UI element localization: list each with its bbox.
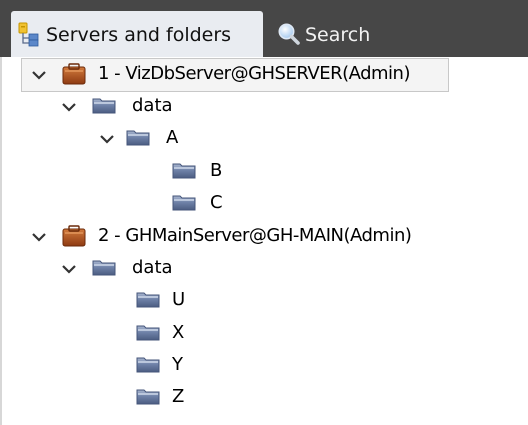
- tab-search[interactable]: Search: [270, 11, 400, 57]
- tree-node-server[interactable]: 1 - VizDbServer@GHSERVER(Admin): [21, 58, 449, 92]
- tab-servers-and-folders[interactable]: Servers and folders: [11, 11, 263, 57]
- folder-icon: [136, 357, 160, 373]
- chevron-down-icon[interactable]: [60, 260, 78, 278]
- servers-folders-tree: 1 - VizDbServer@GHSERVER(Admin) data A B…: [0, 57, 528, 425]
- tree-node-label: Z: [172, 386, 185, 407]
- tree-node-label: A: [166, 127, 179, 148]
- server-icon: [62, 63, 86, 85]
- folder-icon: [92, 98, 116, 114]
- tree-node-label: U: [172, 289, 186, 310]
- tree-node-folder[interactable]: C: [170, 188, 250, 220]
- tree-node-folder[interactable]: Z: [134, 382, 214, 414]
- tree-node-label: data: [132, 95, 173, 116]
- server-icon: [62, 225, 86, 247]
- tree-node-label: X: [172, 322, 185, 343]
- folder-icon: [92, 260, 116, 276]
- folder-icon: [136, 325, 160, 341]
- servers-panel: Servers and folders Search 1 - VizDbServ…: [0, 0, 528, 425]
- tree-node-folder[interactable]: U: [134, 285, 214, 317]
- tree-node-label: C: [210, 192, 223, 213]
- tree-node-server[interactable]: 2 - GHMainServer@GH-MAIN(Admin): [22, 221, 462, 253]
- tree-node-folder[interactable]: data: [52, 253, 192, 285]
- chevron-down-icon[interactable]: [60, 98, 78, 116]
- tree-node-label: B: [210, 160, 223, 181]
- tree-node-folder[interactable]: A: [90, 123, 210, 155]
- tree-node-label: Y: [172, 354, 183, 375]
- tree-node-label: 2 - GHMainServer@GH-MAIN(Admin): [98, 225, 412, 246]
- folder-icon: [172, 163, 196, 179]
- folder-icon: [136, 292, 160, 308]
- folder-icon: [126, 130, 150, 146]
- chevron-down-icon[interactable]: [30, 66, 48, 84]
- tab-search-label: Search: [305, 24, 371, 46]
- tree-node-folder[interactable]: B: [170, 156, 250, 188]
- tab-servers-and-folders-label: Servers and folders: [46, 24, 232, 46]
- tree-node-label: 1 - VizDbServer@GHSERVER(Admin): [98, 63, 410, 84]
- servers-folders-icon: [18, 22, 39, 47]
- search-icon: [278, 23, 300, 45]
- tree-node-label: data: [132, 257, 173, 278]
- tab-strip: Servers and folders Search: [0, 0, 528, 57]
- folder-icon: [136, 389, 160, 405]
- chevron-down-icon[interactable]: [98, 130, 116, 148]
- chevron-down-icon[interactable]: [30, 228, 48, 246]
- tree-node-folder[interactable]: X: [134, 318, 214, 350]
- tree-node-folder[interactable]: Y: [134, 350, 214, 382]
- folder-icon: [172, 195, 196, 211]
- tree-node-folder[interactable]: data: [52, 91, 192, 123]
